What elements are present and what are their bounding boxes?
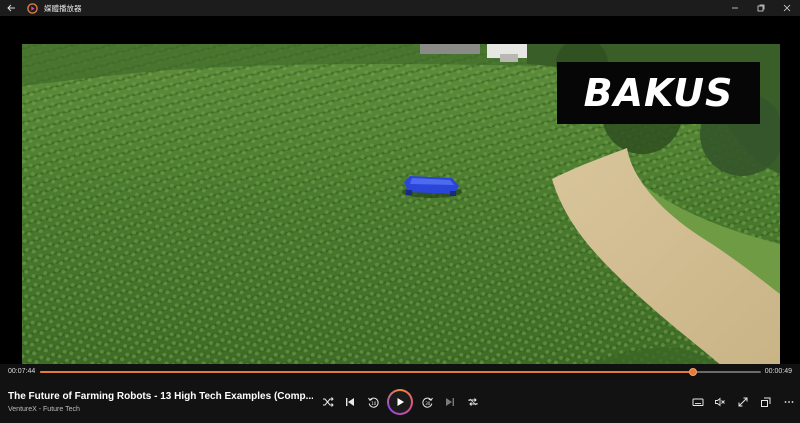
play-button[interactable] xyxy=(387,389,413,415)
maximize-icon xyxy=(757,4,765,12)
media-subtitle: VentureX - Future Tech xyxy=(8,406,80,413)
next-icon xyxy=(446,398,454,406)
mini-player-icon xyxy=(761,397,771,407)
play-button-inner xyxy=(389,391,411,413)
current-time: 00:07:44 xyxy=(8,368,36,375)
forward-30-button[interactable]: 30 xyxy=(418,393,436,411)
repeat-button[interactable] xyxy=(464,393,482,411)
brand-overlay: BAKUS xyxy=(557,62,760,124)
more-icon xyxy=(784,401,794,403)
more-button[interactable] xyxy=(780,393,798,411)
shuffle-icon xyxy=(323,397,334,407)
progress-bar-row: 00:07:44 00:00:49 xyxy=(0,364,800,380)
volume-mute-icon xyxy=(715,397,725,407)
media-player-logo-icon xyxy=(26,2,38,14)
minimize-icon xyxy=(732,7,738,9)
subtitles-icon xyxy=(692,398,704,406)
remaining-time: 00:00:49 xyxy=(764,368,792,375)
minimize-button[interactable] xyxy=(722,0,748,16)
play-icon xyxy=(397,398,404,406)
maximize-button[interactable] xyxy=(748,0,774,16)
close-icon xyxy=(783,4,791,12)
previous-icon xyxy=(346,398,354,406)
previous-button[interactable] xyxy=(341,393,359,411)
title-bar: 媒體播放器 xyxy=(0,0,800,16)
farming-robot xyxy=(402,176,462,198)
svg-text:10: 10 xyxy=(371,401,377,406)
seek-bar-thumb[interactable] xyxy=(688,368,697,376)
subtitles-button[interactable] xyxy=(689,393,707,411)
repeat-icon xyxy=(468,398,478,406)
back-arrow-icon xyxy=(6,4,15,12)
seek-bar-fill xyxy=(40,371,693,373)
fullscreen-button[interactable] xyxy=(734,393,752,411)
rewind-10-button[interactable]: 10 xyxy=(364,393,382,411)
svg-text:30: 30 xyxy=(425,401,431,406)
forward-30-icon: 30 xyxy=(421,397,433,408)
media-title: The Future of Farming Robots - 13 High T… xyxy=(8,391,313,402)
video-frame[interactable]: BAKUS xyxy=(22,44,780,366)
volume-button[interactable] xyxy=(711,393,729,411)
back-button[interactable] xyxy=(0,0,22,16)
fullscreen-icon xyxy=(738,397,748,407)
transport-controls: The Future of Farming Robots - 13 High T… xyxy=(0,380,800,423)
mini-player-button[interactable] xyxy=(757,393,775,411)
next-button[interactable] xyxy=(441,393,459,411)
window-title: 媒體播放器 xyxy=(44,3,82,13)
rewind-10-icon: 10 xyxy=(367,397,379,408)
shuffle-button[interactable] xyxy=(319,393,337,411)
seek-bar[interactable] xyxy=(40,368,761,376)
close-button[interactable] xyxy=(774,0,800,16)
brand-overlay-text: BAKUS xyxy=(583,71,734,115)
